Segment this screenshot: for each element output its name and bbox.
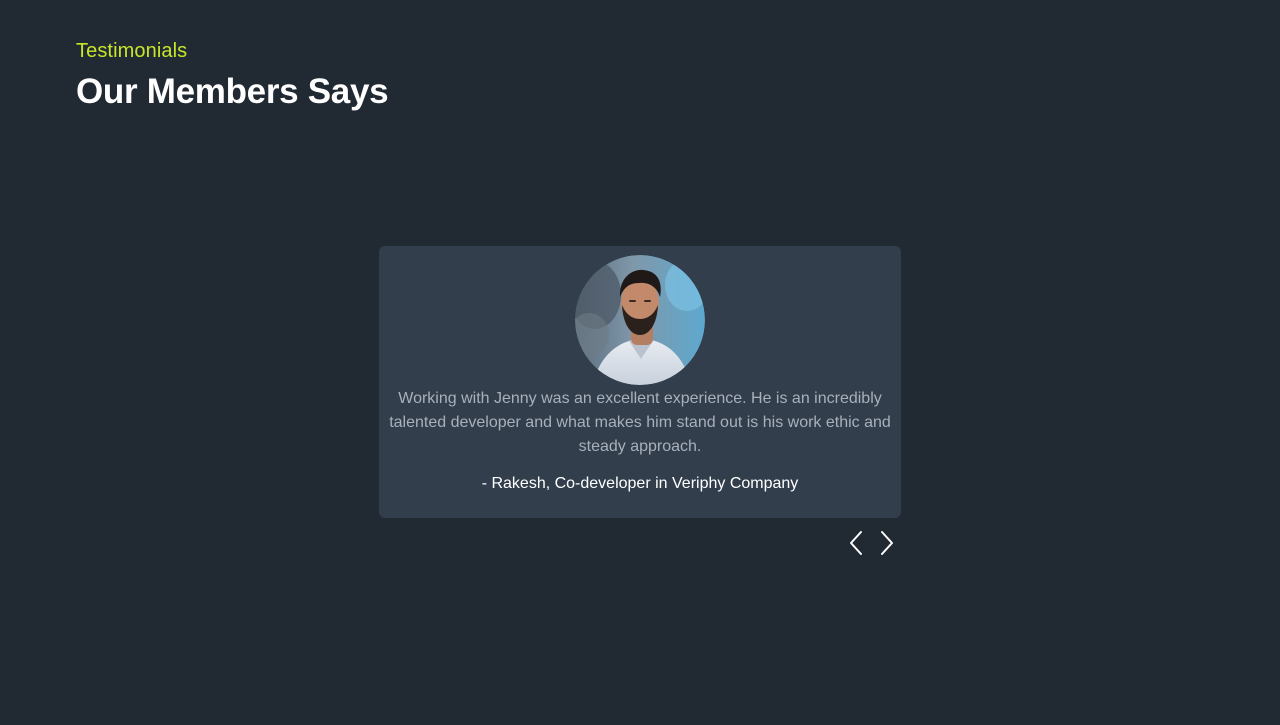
testimonial-author: - Rakesh, Co-developer in Veriphy Compan…	[481, 475, 799, 492]
chevron-left-icon	[850, 531, 862, 555]
testimonial-card: Working with Jenny was an excellent expe…	[379, 246, 901, 518]
section-title: Our Members Says	[76, 72, 389, 111]
testimonials-section: Testimonials Our Members Says Working wi…	[0, 0, 1280, 725]
avatar	[575, 255, 705, 385]
chevron-right-icon	[881, 531, 893, 555]
next-button[interactable]	[873, 529, 901, 557]
previous-button[interactable]	[842, 529, 870, 557]
section-eyebrow: Testimonials	[76, 40, 188, 62]
testimonial-quote: Working with Jenny was an excellent expe…	[389, 390, 891, 455]
